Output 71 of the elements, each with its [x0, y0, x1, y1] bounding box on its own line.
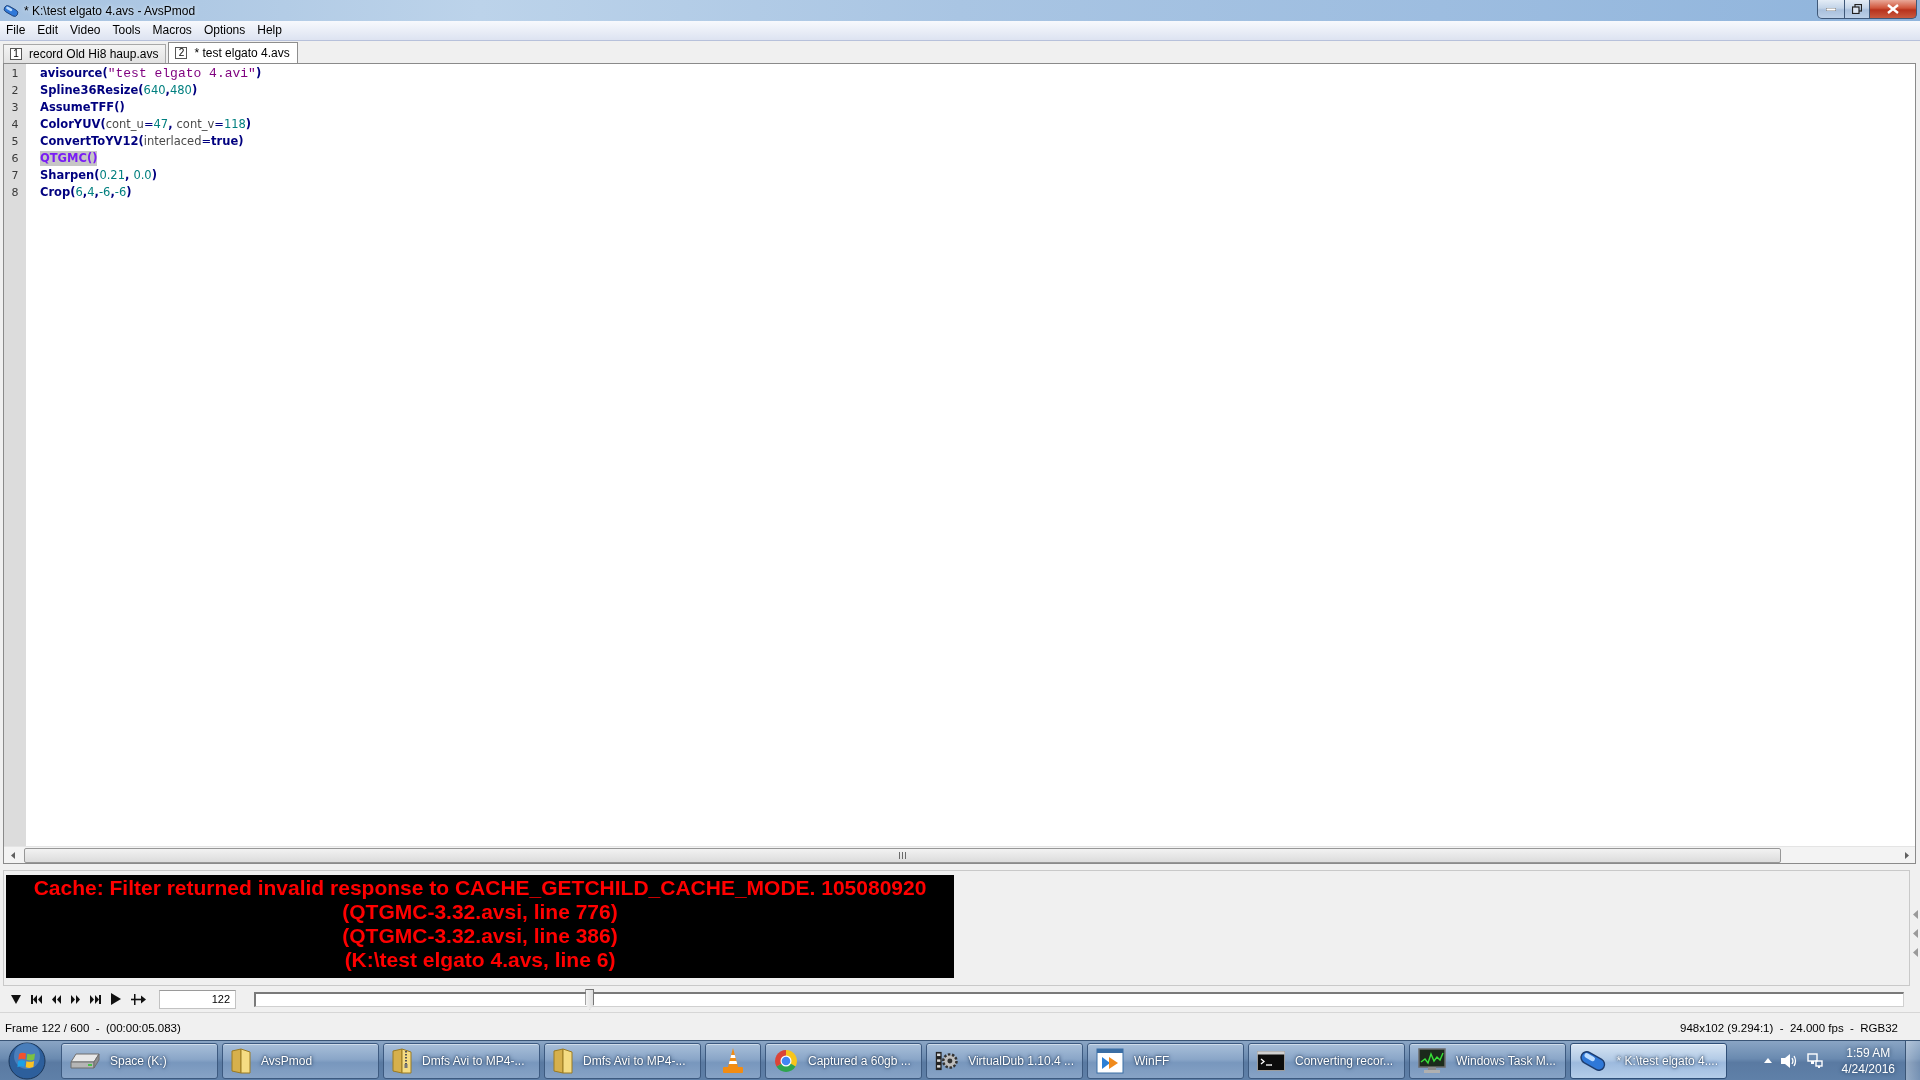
show-hidden-icons-icon[interactable]: [1763, 1058, 1772, 1063]
frame-status: Frame 122 / 600 - (00:00:05.083): [5, 1021, 181, 1034]
minimize-icon: [1826, 7, 1836, 11]
line-number: 5: [10, 134, 20, 150]
circle-logo-icon: [774, 1049, 798, 1073]
tab-number: 2: [175, 47, 188, 59]
code-line: Sharpen(0.21, 0.0): [40, 168, 157, 183]
line-number: 6: [10, 151, 20, 167]
monitor-chart-icon: [1418, 1048, 1446, 1074]
code-line: ConvertToYV12(interlaced=true): [40, 134, 244, 149]
folder-icon: [231, 1048, 251, 1074]
clock[interactable]: 1:59 AM 4/24/2016: [1841, 1044, 1895, 1077]
play-icon[interactable]: [111, 993, 121, 1005]
network-icon[interactable]: [1806, 1052, 1823, 1069]
taskbar-button[interactable]: [705, 1043, 761, 1079]
close-icon: [1887, 4, 1899, 14]
file-tab[interactable]: 2 * test elgato 4.avs: [168, 42, 298, 63]
clock-time: 1:59 AM: [1846, 1044, 1891, 1061]
menu-item[interactable]: Tools: [106, 21, 147, 40]
code-line: avisource("test elgato 4.avi"): [40, 66, 262, 81]
step-back-icon[interactable]: [52, 994, 61, 1004]
scroll-left-icon[interactable]: [10, 851, 15, 859]
frame-number-field[interactable]: 122: [159, 989, 236, 1009]
menu-item[interactable]: Help: [251, 21, 288, 40]
code-editor[interactable]: 1 2 3 4 5 6 7 8 avisource("test elgato 4.avi") Spline36Resize(640,480) AssumeTFF() ColorYUV(cont_u=47, cont_v=118) ConvertToYV12(interlaced=true) QTGMC() Sharpen(0.21, 0.0) Crop(6,4,-6,-6): [3, 63, 1916, 864]
menu-item[interactable]: Macros: [146, 21, 198, 40]
right-arrow-icon[interactable]: [131, 993, 146, 1005]
skip-start-icon[interactable]: [31, 994, 42, 1004]
skip-end-icon[interactable]: [90, 994, 101, 1004]
line-number: 4: [10, 117, 20, 133]
capsule-icon: [3, 3, 19, 18]
slider-thumb[interactable]: [585, 988, 595, 1010]
line-number: 3: [10, 100, 20, 116]
video-info: 948x102 (9.294:1) - 24.000 fps - RGB32: [1680, 1021, 1898, 1034]
speaker-icon[interactable]: [1780, 1052, 1798, 1069]
show-desktop-button[interactable]: [1905, 1041, 1920, 1080]
tab-number: 1: [10, 48, 22, 60]
start-orb-icon[interactable]: [8, 1041, 46, 1080]
line-number: 7: [10, 168, 20, 184]
frame-slider-track[interactable]: [254, 991, 1904, 1007]
menu-item[interactable]: Video: [64, 21, 107, 40]
line-number: 8: [10, 185, 20, 201]
menu-item[interactable]: Edit: [31, 21, 65, 40]
restore-icon: [1852, 4, 1862, 14]
clock-date: 4/24/2016: [1841, 1060, 1895, 1077]
menu-item[interactable]: Options: [197, 21, 252, 40]
error-message: (K:\test elgato 4.avs, line 6): [344, 948, 616, 972]
console-icon: [1257, 1051, 1285, 1071]
error-message: (QTGMC-3.32.avsi, line 386): [342, 924, 618, 948]
folder-icon: [553, 1048, 573, 1074]
menu-item[interactable]: File: [0, 21, 32, 40]
drive-icon: [70, 1053, 100, 1069]
scroll-right-icon[interactable]: [1904, 851, 1909, 859]
line-number: 2: [10, 83, 20, 99]
error-message: Cache: Filter returned invalid response to CACHE_GETCHILD_CACHE_MODE. 105080920: [33, 876, 927, 900]
traffic-cone-icon: [721, 1047, 745, 1075]
zip-folder-icon: [392, 1048, 412, 1074]
window-title: * K:\test elgato 4.avs - AvsPmod: [24, 3, 196, 18]
code-line: Spline36Resize(640,480): [40, 83, 198, 98]
restore-button[interactable]: [1844, 0, 1870, 19]
step-forward-icon[interactable]: [71, 994, 80, 1004]
file-tab[interactable]: 1 record Old Hi8 haup.avs: [3, 44, 167, 63]
dropdown-triangle-icon[interactable]: [11, 994, 21, 1004]
code-line: AssumeTFF(): [40, 100, 125, 115]
grip-icon: [898, 851, 906, 859]
minimize-button[interactable]: [1817, 0, 1845, 19]
code-line: ColorYUV(cont_u=47, cont_v=118): [40, 117, 252, 132]
line-number: 1: [10, 66, 20, 82]
close-button[interactable]: [1869, 0, 1917, 19]
error-message: (QTGMC-3.32.avsi, line 776): [342, 900, 618, 924]
code-line: Crop(6,4,-6,-6): [40, 185, 132, 200]
